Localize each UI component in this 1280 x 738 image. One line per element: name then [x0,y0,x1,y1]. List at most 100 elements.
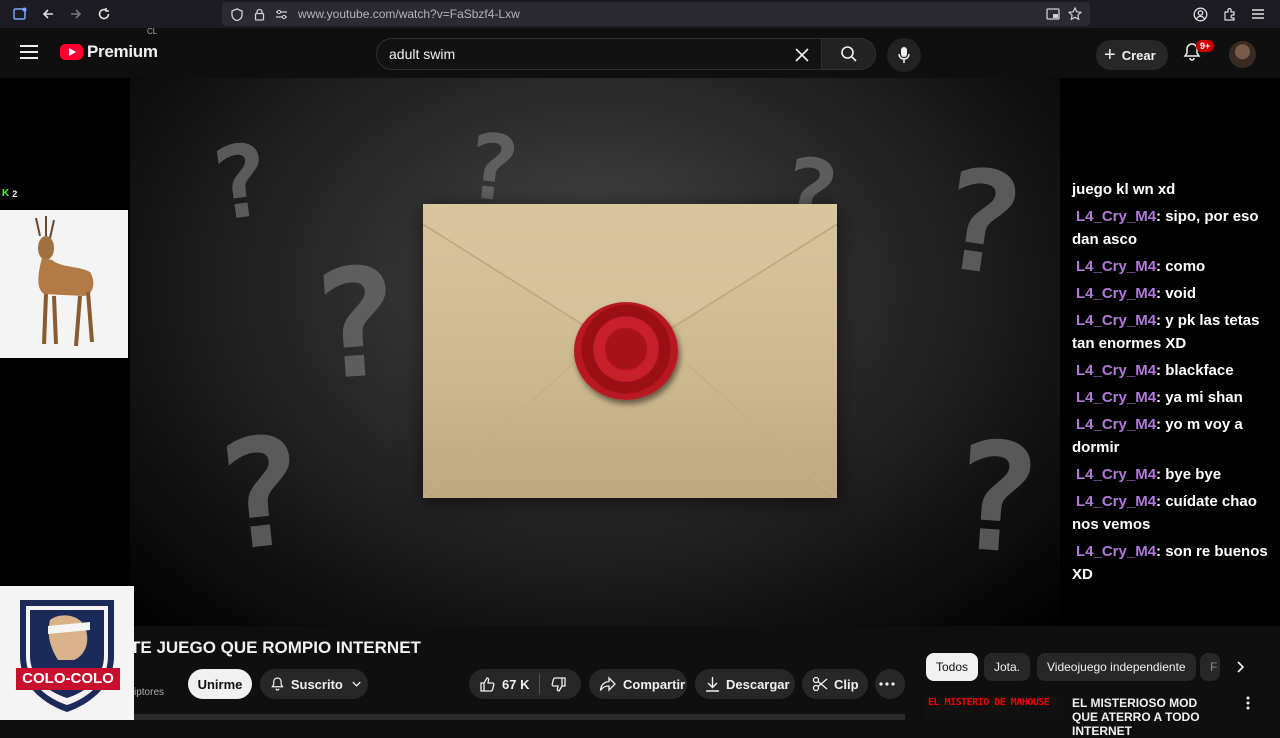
video-player[interactable]: ? ? ? ? ? ? ? K 2 juego kl wn xd L4_Cry_… [0,78,1280,626]
share-label: Compartir [623,676,686,692]
youtube-header: Premium CL + Crear 9+ [0,27,1280,78]
chevron-down-icon [352,681,361,687]
search-icon [840,46,857,62]
question-mark-graphic: ? [304,235,407,415]
chat-overlay: juego kl wn xd L4_Cry_M4: sipo, por eso … [1072,178,1272,590]
voice-search-button[interactable] [887,38,921,72]
create-label: Crear [1121,47,1156,63]
shield-icon[interactable] [226,3,248,25]
share-button[interactable]: Compartir [589,669,687,699]
chat-username: L4_Cry_M4 [1076,493,1157,510]
search-button[interactable] [822,38,876,70]
join-button[interactable]: Unirme [188,669,252,699]
chat-message: L4_Cry_M4: como [1072,255,1272,278]
url-text: www.youtube.com/watch?v=FaSbzf4-Lxw [298,7,520,21]
create-button[interactable]: + Crear [1096,40,1168,70]
chat-message: juego kl wn xd [1072,178,1272,201]
progress-track [0,714,905,720]
download-button[interactable]: Descargar [695,669,795,699]
chat-message: L4_Cry_M4: cuídate chao nos vemos [1072,490,1272,536]
chat-text: juego kl wn xd [1072,181,1176,198]
like-divider [539,674,541,694]
extensions-icon[interactable] [1216,0,1244,28]
chip-partial[interactable]: F [1200,653,1220,681]
recommendation-thumbnail[interactable]: EL MISTERIO DE MAHOUSE [926,696,1064,720]
bell-icon [271,677,284,691]
chat-message: L4_Cry_M4: y pk las tetas tan enormes XD [1072,309,1272,355]
search-box [376,38,822,70]
permissions-icon[interactable] [270,3,292,25]
question-mark-graphic: ? [927,136,1034,311]
more-vertical-icon[interactable] [1246,696,1250,713]
youtube-play-icon [60,44,83,60]
forward-icon[interactable] [62,0,90,28]
chevron-right-icon[interactable] [1228,655,1252,679]
chip-indie-game[interactable]: Videojuego independiente [1037,653,1196,681]
wax-seal-graphic [574,302,678,400]
question-mark-graphic: ? [202,120,279,245]
kick-logo: K [2,188,10,199]
like-dislike-group: 67 K [469,669,581,699]
lock-icon[interactable] [248,3,270,25]
subscribed-label: Suscrito [290,676,343,692]
chat-username: L4_Cry_M4 [1076,208,1157,225]
chat-message: L4_Cry_M4: sipo, por eso dan asco [1072,205,1272,251]
clear-search-icon[interactable] [789,42,815,68]
crest-text: COLO-COLO [22,670,114,687]
chat-username: L4_Cry_M4 [1076,362,1157,379]
search-input[interactable] [377,46,777,62]
question-mark-graphic: ? [944,409,1047,589]
chip-jota[interactable]: Jota. [984,653,1031,681]
chat-username: L4_Cry_M4 [1076,389,1157,406]
recommendation-title[interactable]: EL MISTERIOSO MOD QUE ATERRO A TODO INTE… [1072,696,1222,738]
chat-message: L4_Cry_M4: yo m voy a dormir [1072,413,1272,459]
guide-menu-icon[interactable] [20,45,38,59]
share-icon [599,676,616,692]
browser-menu-icon[interactable] [1244,0,1272,28]
join-label: Unirme [197,676,243,692]
bookmark-star-icon[interactable] [1064,3,1086,25]
chat-message: L4_Cry_M4: son re buenos XD [1072,540,1272,586]
chat-message: L4_Cry_M4: void [1072,282,1272,305]
back-icon[interactable] [34,0,62,28]
more-actions-button[interactable] [875,669,905,699]
reload-icon[interactable] [90,0,118,28]
thumbs-up-icon[interactable] [479,676,496,693]
logo-text: Premium [87,42,158,61]
chip-all[interactable]: Todos [926,653,979,681]
question-mark-graphic: ? [206,403,315,587]
avatar[interactable] [1229,41,1256,68]
chat-message: L4_Cry_M4: blackface [1072,359,1272,382]
thumbnail-text: EL MISTERIO DE MAHOUSE [928,697,1050,708]
plus-icon: + [1104,44,1116,66]
kick-badge: K 2 [2,188,17,199]
chat-text: : void [1156,285,1197,302]
account-icon[interactable] [1186,0,1214,28]
clip-button[interactable]: Clip [802,669,868,699]
microphone-icon [898,47,910,63]
download-icon [706,677,719,692]
subscribed-button[interactable]: Suscrito [260,669,368,699]
scissors-icon [812,676,828,692]
chat-username: L4_Cry_M4 [1076,312,1157,329]
chat-text: : como [1156,258,1206,275]
chat-username: L4_Cry_M4 [1076,416,1157,433]
chat-message: L4_Cry_M4: ya mi shan [1072,386,1272,409]
address-bar[interactable]: www.youtube.com/watch?v=FaSbzf4-Lxw [222,2,1090,26]
tab-manager-icon[interactable] [6,0,34,28]
youtube-premium-logo[interactable]: Premium [60,42,158,62]
thumbs-down-icon[interactable] [550,676,567,693]
colo-colo-crest-image: COLO-COLO [0,586,134,720]
chat-username: L4_Cry_M4 [1076,543,1157,560]
chat-message: L4_Cry_M4: bye bye [1072,463,1272,486]
picture-in-picture-icon[interactable] [1042,3,1064,25]
clip-label: Clip [834,676,859,692]
subscriber-count: iptores [134,687,165,698]
country-code: CL [147,27,158,36]
deer-overlay-image [0,210,128,358]
like-count[interactable]: 67 K [502,677,529,692]
browser-toolbar: www.youtube.com/watch?v=FaSbzf4-Lxw [0,0,1280,28]
more-horizontal-icon [879,682,895,686]
video-title: TE JUEGO QUE ROMPIO INTERNET [130,638,421,657]
video-info-area: TE JUEGO QUE ROMPIO INTERNET iptores Uni… [0,626,1280,738]
